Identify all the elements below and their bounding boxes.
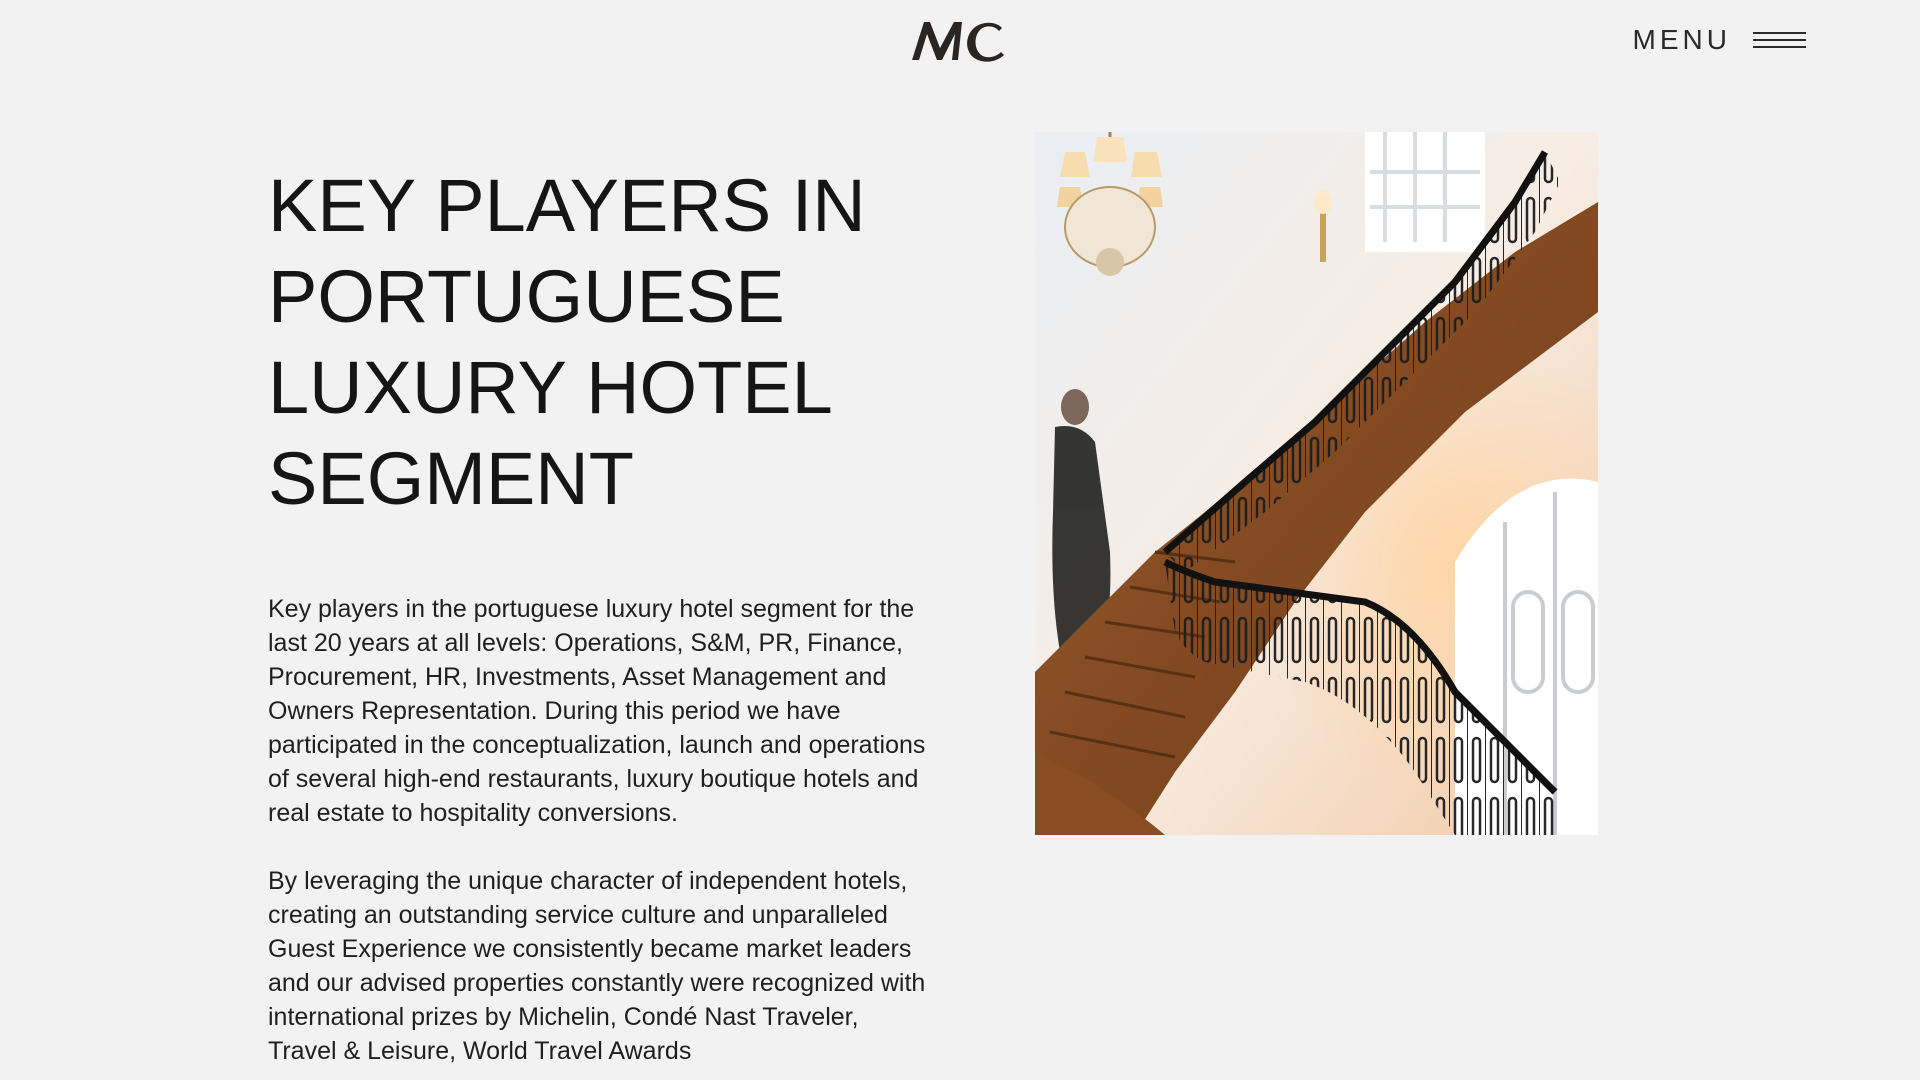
title-line: LUXURY HOTEL xyxy=(268,346,833,429)
page-title: KEY PLAYERS IN PORTUGUESE LUXURY HOTEL S… xyxy=(268,160,908,524)
title-line: SEGMENT xyxy=(268,437,634,520)
mc-logo-icon xyxy=(912,22,1004,62)
logo[interactable] xyxy=(910,14,1010,66)
menu-button[interactable]: MENU xyxy=(1633,20,1806,60)
site-header: MENU xyxy=(0,0,1920,90)
staircase-photo xyxy=(1035,132,1598,835)
staircase-image xyxy=(1035,132,1598,835)
intro-paragraph: By leveraging the unique character of in… xyxy=(268,867,926,1065)
hamburger-icon xyxy=(1753,29,1806,51)
menu-label: MENU xyxy=(1632,24,1731,55)
page: MENU KEY PLAYERS IN PORTUGUESE LUXURY HO… xyxy=(0,0,1920,1080)
title-line: KEY PLAYERS IN xyxy=(268,164,866,247)
intro-paragraph: Key players in the portuguese luxury hot… xyxy=(268,595,926,827)
intro-text: Key players in the portuguese luxury hot… xyxy=(268,592,933,1080)
title-line: PORTUGUESE xyxy=(268,255,785,338)
